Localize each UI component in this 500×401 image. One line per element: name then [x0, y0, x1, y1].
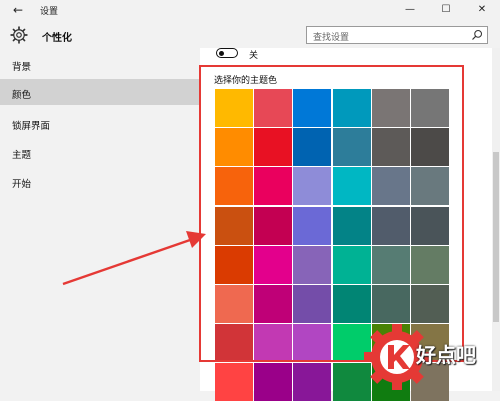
search-icon[interactable]: [471, 29, 483, 41]
sidebar-item-lock-screen[interactable]: 锁屏界面: [0, 110, 200, 136]
maximize-button[interactable]: ☐: [428, 0, 464, 20]
page-title: 个性化: [42, 33, 72, 44]
toggle-knob: [219, 50, 224, 56]
sidebar-item-start[interactable]: 开始: [0, 168, 200, 194]
sidebar-item-colors[interactable]: 颜色: [0, 79, 200, 105]
sidebar-item-label: 主题: [12, 150, 32, 161]
sidebar-item-label: 锁屏界面: [12, 121, 51, 132]
sidebar-item-background[interactable]: 背景: [0, 51, 200, 77]
sidebar-item-label: 开始: [12, 179, 32, 190]
title-bar: ← 设置 — ☐ ✕: [0, 0, 500, 20]
close-button[interactable]: ✕: [464, 0, 500, 20]
sidebar-item-themes[interactable]: 主题: [0, 139, 200, 165]
sidebar-item-label: 颜色: [12, 90, 32, 101]
search-input[interactable]: 查找设置: [313, 30, 349, 43]
brand-text: 好点吧: [416, 343, 476, 367]
window-controls: — ☐ ✕: [392, 0, 500, 20]
minimize-button[interactable]: —: [392, 0, 428, 20]
color-swatch[interactable]: [293, 363, 332, 401]
toggle-switch[interactable]: [216, 48, 238, 58]
scrollbar-thumb[interactable]: [493, 152, 499, 322]
back-button[interactable]: ←: [10, 2, 26, 18]
highlight-box: [199, 65, 464, 362]
toggle-label: 关: [249, 51, 259, 61]
window-title: 设置: [40, 7, 59, 17]
search-box[interactable]: 查找设置: [306, 26, 488, 44]
gear-icon: [10, 26, 28, 44]
sidebar-item-label: 背景: [12, 62, 32, 73]
sidebar: 背景 颜色 锁屏界面 主题 开始: [0, 48, 200, 391]
color-swatch[interactable]: [254, 363, 293, 401]
color-swatch[interactable]: [215, 363, 253, 401]
